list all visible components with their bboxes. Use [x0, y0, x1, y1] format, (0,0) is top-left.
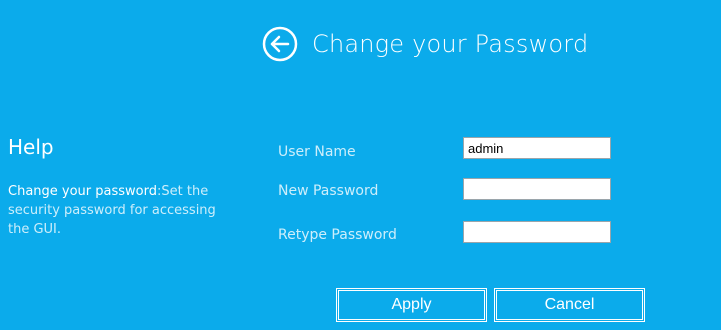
retype-password-label: Retype Password — [278, 227, 397, 243]
username-label: User Name — [278, 144, 356, 160]
help-title: Help — [8, 135, 54, 159]
back-arrow-icon[interactable] — [262, 26, 298, 62]
cancel-button[interactable]: Cancel — [494, 288, 645, 322]
retype-password-field[interactable] — [463, 221, 611, 243]
username-field[interactable] — [463, 137, 611, 159]
page-title: Change your Password — [312, 30, 589, 58]
help-strong-text: Change your password — [8, 184, 157, 199]
new-password-field[interactable] — [463, 178, 611, 200]
new-password-label: New Password — [278, 183, 379, 199]
apply-button[interactable]: Apply — [336, 288, 487, 322]
help-description: Change your password:Set the security pa… — [8, 182, 230, 239]
page-header: Change your Password — [262, 26, 588, 62]
